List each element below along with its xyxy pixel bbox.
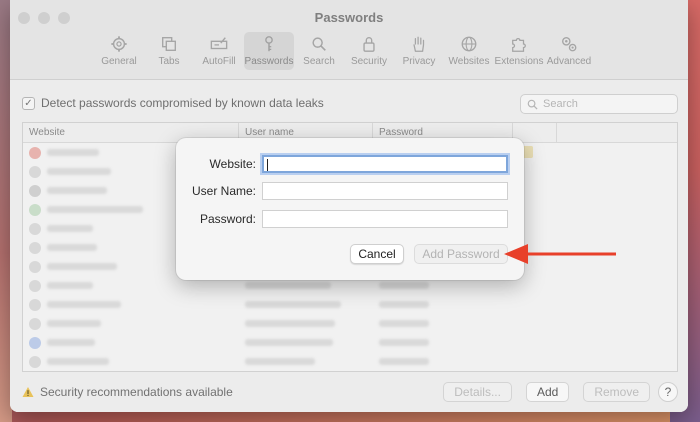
window-title: Passwords <box>314 10 384 25</box>
autofill-icon <box>208 34 230 54</box>
gear-icon <box>108 34 130 54</box>
tab-label: Extensions <box>494 56 544 67</box>
tab-label: AutoFill <box>202 56 236 67</box>
puzzle-icon <box>508 34 530 54</box>
add-password-dialog: Website: User Name: Password: Cancel Add… <box>176 138 524 280</box>
website-row: Website: <box>176 155 508 173</box>
tab-autofill[interactable]: AutoFill <box>194 32 244 70</box>
details-button[interactable]: Details... <box>443 382 512 402</box>
search-placeholder: Search <box>543 98 578 110</box>
globe-icon <box>458 34 480 54</box>
tab-advanced[interactable]: Advanced <box>544 32 594 70</box>
security-recommendations: Security recommendations available <box>22 385 233 399</box>
tab-label: Websites <box>448 56 490 67</box>
tabs-icon <box>158 34 180 54</box>
remove-button[interactable]: Remove <box>583 382 650 402</box>
tab-general[interactable]: General <box>94 32 144 70</box>
lock-icon <box>358 34 380 54</box>
help-button[interactable]: ? <box>658 382 678 402</box>
search-icon <box>527 99 538 110</box>
password-label: Password: <box>199 212 256 226</box>
key-icon <box>258 34 280 54</box>
tab-privacy[interactable]: Privacy <box>394 32 444 70</box>
preferences-toolbar: Passwords General Tabs AutoFill Password… <box>10 0 688 80</box>
footer-buttons: Details... Add Remove ? <box>443 382 678 402</box>
website-label: Website: <box>209 157 256 171</box>
tab-passwords[interactable]: Passwords <box>244 32 294 70</box>
table-row[interactable] <box>23 146 677 352</box>
tab-label: General <box>101 56 137 67</box>
tab-label: Advanced <box>546 56 592 67</box>
detect-compromised-option[interactable]: ✓ Detect passwords compromised by known … <box>22 96 324 110</box>
hand-icon <box>408 34 430 54</box>
table-row[interactable] <box>23 352 677 371</box>
username-field[interactable] <box>262 182 508 200</box>
tab-label: Security <box>350 56 388 67</box>
add-password-button[interactable]: Add Password <box>414 244 508 264</box>
add-button[interactable]: Add <box>525 382 570 402</box>
preference-tabs: General Tabs AutoFill Passwords Search S… <box>94 32 594 70</box>
passwords-footer: Security recommendations available Detai… <box>22 380 678 404</box>
warning-icon <box>22 387 34 397</box>
search-icon <box>308 34 330 54</box>
tab-extensions[interactable]: Extensions <box>494 32 544 70</box>
warning-text: Security recommendations available <box>40 385 233 399</box>
password-row: Password: <box>176 210 508 228</box>
tab-label: Privacy <box>402 56 436 67</box>
text-caret <box>267 159 268 171</box>
tab-websites[interactable]: Websites <box>444 32 494 70</box>
tab-label: Passwords <box>244 56 294 67</box>
gears-icon <box>558 34 580 54</box>
tab-label: Search <box>303 56 335 67</box>
tab-security[interactable]: Security <box>344 32 394 70</box>
cancel-button[interactable]: Cancel <box>350 244 404 264</box>
detect-label: Detect passwords compromised by known da… <box>41 96 324 110</box>
password-field[interactable] <box>262 210 508 228</box>
search-field[interactable]: Search <box>520 94 678 114</box>
table-row[interactable] <box>23 295 677 314</box>
tab-label: Tabs <box>158 56 180 67</box>
detect-checkbox[interactable]: ✓ <box>22 96 35 110</box>
annotation-arrow <box>504 244 616 264</box>
tab-search[interactable]: Search <box>294 32 344 70</box>
username-label: User Name: <box>191 184 256 198</box>
username-row: User Name: <box>176 182 508 200</box>
website-field[interactable] <box>262 155 508 173</box>
table-row[interactable] <box>23 314 677 333</box>
tab-tabs[interactable]: Tabs <box>144 32 194 70</box>
